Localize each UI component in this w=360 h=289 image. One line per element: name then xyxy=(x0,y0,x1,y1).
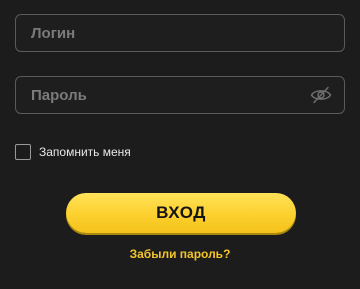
forgot-password-link[interactable]: Забыли пароль? xyxy=(0,247,360,261)
eye-slash-icon[interactable] xyxy=(310,86,332,104)
remember-me-row[interactable]: Запомнить меня xyxy=(15,144,131,160)
password-field-container xyxy=(15,76,345,114)
password-input[interactable] xyxy=(16,77,344,113)
login-input[interactable] xyxy=(16,15,344,51)
remember-me-checkbox[interactable] xyxy=(15,144,31,160)
login-page: Запомнить меня ВХОД Забыли пароль? xyxy=(0,0,360,289)
login-submit-button[interactable]: ВХОД xyxy=(66,193,296,233)
remember-me-label: Запомнить меня xyxy=(39,145,131,159)
login-field-container xyxy=(15,14,345,52)
